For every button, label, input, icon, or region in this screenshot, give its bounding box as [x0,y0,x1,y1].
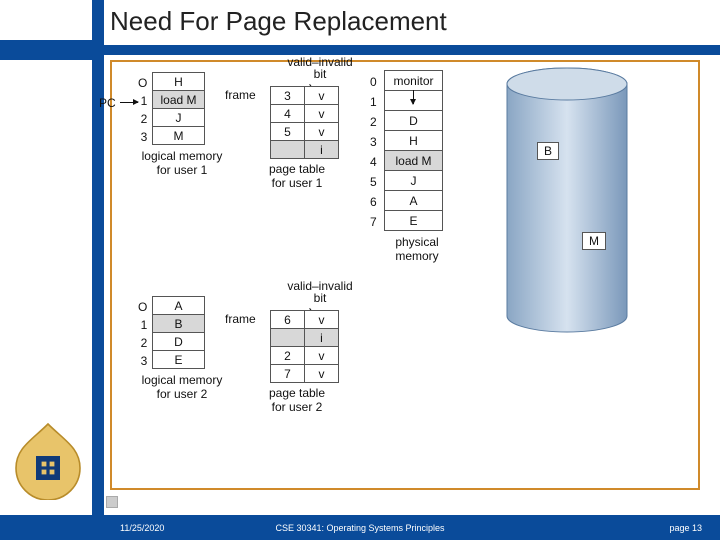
monitor-arrow-icon [413,90,414,104]
cell: v [305,365,339,383]
footer-course: CSE 30341: Operating Systems Principles [275,523,444,533]
content-frame: PC O 1 2 3 H load M J M logical memory f… [110,60,700,490]
cell: 6 [271,311,305,329]
slide-title: Need For Page Replacement [110,6,447,37]
disk-block-b: B [537,142,559,160]
cell: i [305,329,339,347]
pt2-frame-label: frame [225,312,256,326]
cell: M [153,127,205,145]
cell: v [305,105,339,123]
cell: A [153,297,205,315]
idx-cell: 2 [370,112,377,132]
cell: A [385,191,443,211]
cell: D [385,111,443,131]
idx-cell: 6 [370,192,377,212]
cell: v [305,347,339,365]
pt2-vib-label: valid–invalid bit [282,280,358,304]
pt1-vib-label: valid–invalid bit [282,56,358,80]
pc-arrow-icon [120,102,138,103]
disk-block-m: M [582,232,606,250]
logical2-index: O 1 2 3 [138,298,147,370]
cell [271,329,305,347]
idx-cell: 4 [370,152,377,172]
idx-cell: 3 [138,128,147,146]
cell: 4 [271,105,305,123]
idx-cell: 7 [370,212,377,232]
pc-label: PC [99,96,116,110]
idx-cell: 3 [370,132,377,152]
cell: J [153,109,205,127]
diagram: PC O 1 2 3 H load M J M logical memory f… [112,62,698,488]
footer-bar: 11/25/2020 CSE 30341: Operating Systems … [0,515,720,540]
idx-cell: 2 [138,334,147,352]
pt1-frame-label: frame [225,88,256,102]
logical2-table: A B D E [152,296,205,369]
idx-cell: 5 [370,172,377,192]
physical-label: physical memory [382,235,452,263]
idx-cell: 1 [138,92,147,110]
cell: E [385,211,443,231]
footer-page: page 13 [669,523,702,533]
idx-cell: 1 [370,92,377,112]
cell: v [305,311,339,329]
idx-cell: 1 [138,316,147,334]
cell: B [153,315,205,333]
footer-date: 11/25/2020 [120,523,164,533]
cell: v [305,123,339,141]
cell: monitor [385,71,443,91]
small-square-icon [106,496,118,508]
cell: 7 [271,365,305,383]
logical1-table: H load M J M [152,72,205,145]
logo-icon [8,420,88,500]
cell: J [385,171,443,191]
logical1-label: logical memory for user 1 [132,149,232,177]
vertical-stripe [92,0,104,540]
cell: load M [153,91,205,109]
cell: load M [385,151,443,171]
idx-cell: O [138,298,147,316]
idx-cell: 0 [370,72,377,92]
cell: D [153,333,205,351]
logical1-index: O 1 2 3 [138,74,147,146]
cell: 3 [271,87,305,105]
cell: i [305,141,339,159]
idx-cell: 3 [138,352,147,370]
cell [271,141,305,159]
cell: E [153,351,205,369]
cell: v [305,87,339,105]
pt2-label: page table for user 2 [252,386,342,414]
pt1-label: page table for user 1 [252,162,342,190]
logical2-label: logical memory for user 2 [132,373,232,401]
disk-icon [502,66,632,336]
idx-cell: 2 [138,110,147,128]
cell: H [385,131,443,151]
cell: H [153,73,205,91]
cell: 5 [271,123,305,141]
idx-cell: O [138,74,147,92]
physical-index: 0 1 2 3 4 5 6 7 [370,72,377,232]
pt2-table: 6v i 2v 7v [270,310,339,383]
pt1-table: 3v 4v 5v i [270,86,339,159]
horizontal-stripe [0,45,720,55]
cell: 2 [271,347,305,365]
